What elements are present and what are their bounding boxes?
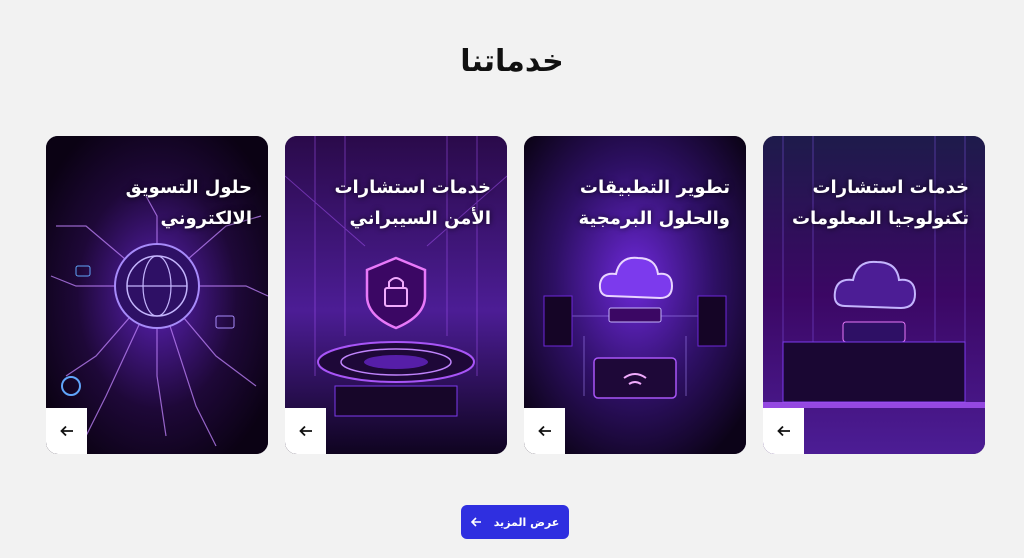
arrow-left-icon [59, 425, 73, 437]
service-card-it-consulting[interactable]: خدمات استشارات تكنولوجيا المعلومات [763, 136, 985, 454]
card-arrow-button[interactable] [524, 408, 565, 454]
card-title: حلول التسويق الالكتروني [125, 177, 252, 229]
show-more-button[interactable]: عرض المزيد [461, 505, 569, 539]
card-arrow-button[interactable] [46, 408, 87, 454]
arrow-left-icon [298, 425, 312, 437]
card-arrow-button[interactable] [763, 408, 804, 454]
section-title: خدماتنا [460, 44, 564, 79]
service-card-cybersecurity[interactable]: خدمات استشارات الأمن السيبراني [285, 136, 507, 454]
card-title: خدمات استشارات الأمن السيبراني [334, 177, 491, 229]
card-arrow-button[interactable] [285, 408, 326, 454]
arrow-left-icon [470, 517, 481, 527]
arrow-left-icon [537, 425, 551, 437]
arrow-left-icon [776, 425, 790, 437]
show-more-label: عرض المزيد [493, 515, 560, 529]
card-title: خدمات استشارات تكنولوجيا المعلومات [791, 177, 969, 229]
card-title: تطوير التطبيقات والحلول البرمجية [578, 177, 730, 229]
service-card-marketing[interactable]: حلول التسويق الالكتروني [46, 136, 268, 454]
service-card-software[interactable]: تطوير التطبيقات والحلول البرمجية [524, 136, 746, 454]
